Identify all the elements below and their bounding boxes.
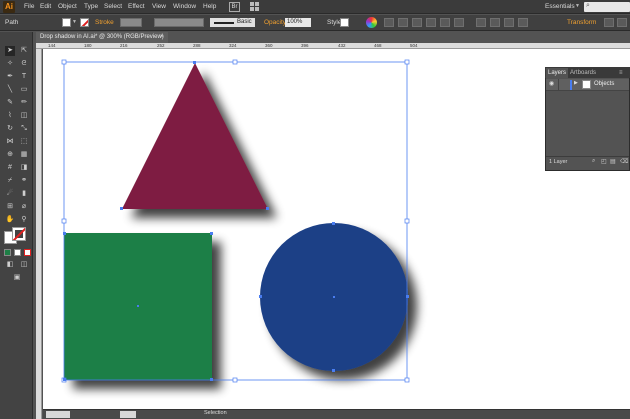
- artboard-navigation[interactable]: [120, 411, 136, 418]
- eye-icon[interactable]: ◉: [549, 80, 554, 87]
- tab-artboards[interactable]: Artboards: [570, 68, 596, 78]
- trash-icon[interactable]: ⌫: [620, 158, 628, 165]
- zoom-level-field[interactable]: [46, 411, 70, 418]
- layer-color-indicator: [570, 80, 572, 90]
- layer-count: 1 Layer: [549, 159, 568, 165]
- triangle-shape[interactable]: [122, 63, 268, 209]
- artwork-layer[interactable]: [0, 0, 630, 419]
- expand-triangle-icon[interactable]: ▶: [574, 80, 578, 86]
- panel-menu-icon[interactable]: ≡: [619, 68, 623, 78]
- locate-object-icon[interactable]: ⌕: [592, 158, 595, 165]
- layer-thumbnail: [582, 80, 591, 89]
- tab-layers[interactable]: Layers: [546, 68, 568, 78]
- status-text[interactable]: Selection: [204, 410, 227, 416]
- layer-name[interactable]: Objects: [594, 81, 614, 87]
- clipping-mask-icon[interactable]: ◰: [601, 158, 607, 165]
- new-layer-icon[interactable]: ▤: [610, 158, 616, 165]
- divider: [558, 79, 559, 91]
